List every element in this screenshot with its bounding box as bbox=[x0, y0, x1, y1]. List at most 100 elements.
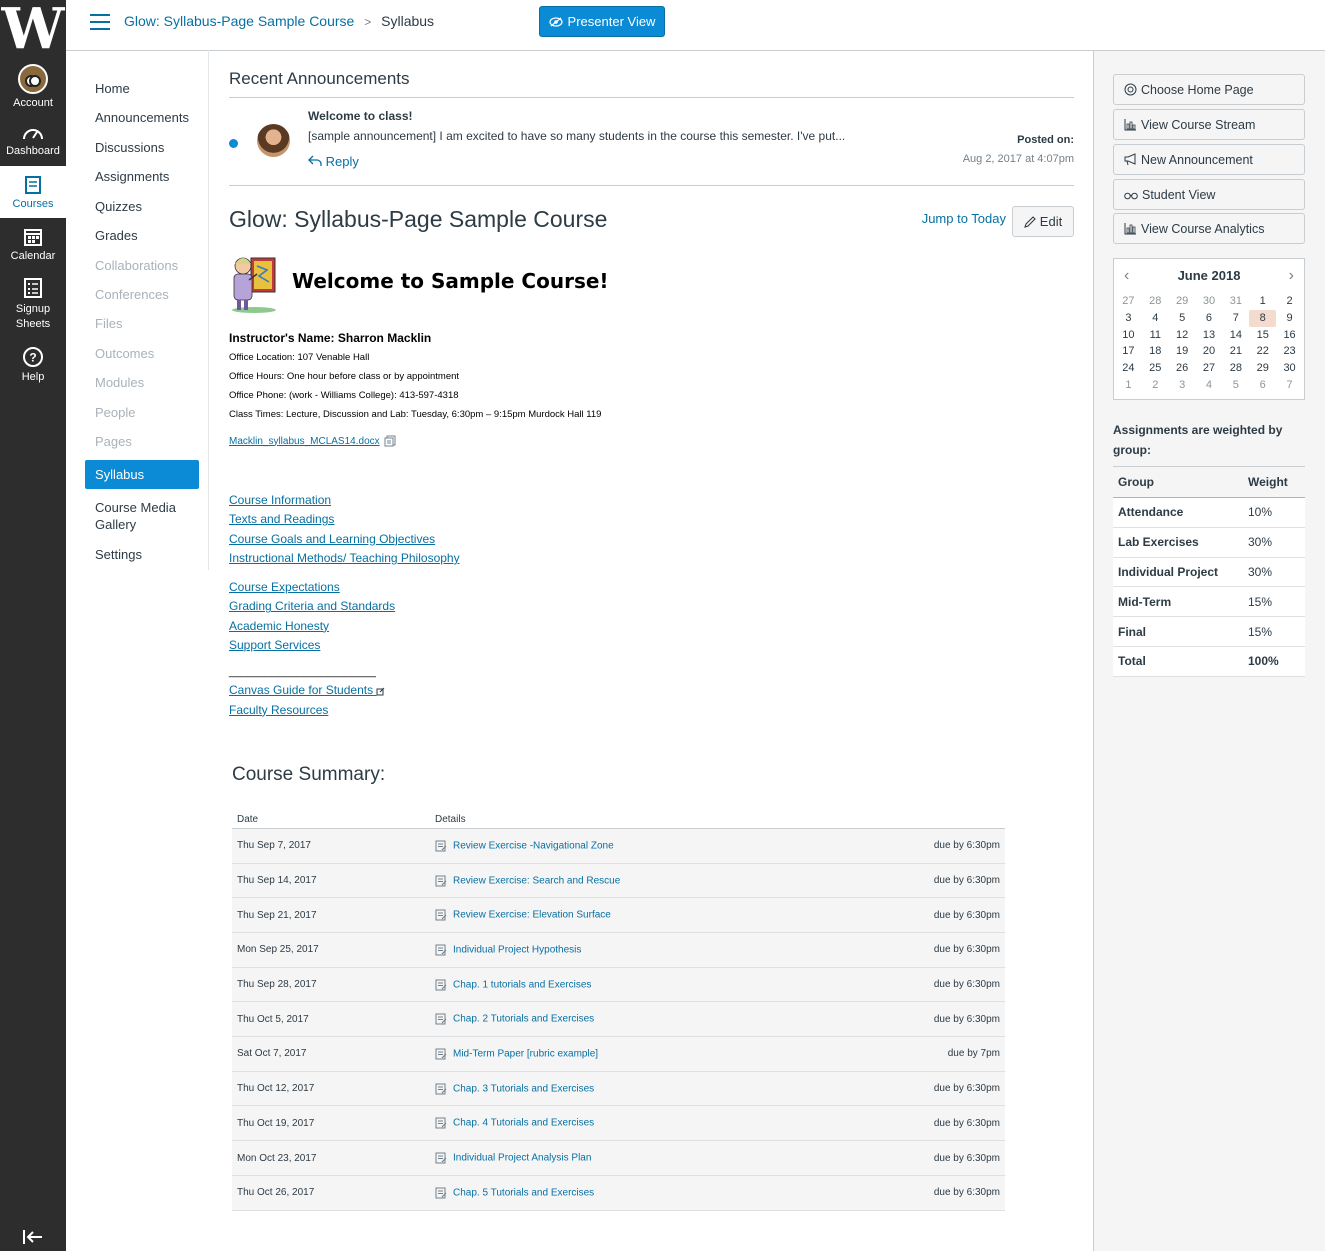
link-instructional-methods[interactable]: Instructional Methods/ Teaching Philosop… bbox=[229, 549, 1074, 568]
calendar-day[interactable]: 6 bbox=[1249, 377, 1276, 394]
link-course-information[interactable]: Course Information bbox=[229, 491, 1074, 510]
calendar-day[interactable]: 21 bbox=[1222, 343, 1249, 360]
breadcrumb-course-link[interactable]: Glow: Syllabus-Page Sample Course bbox=[124, 13, 354, 29]
new-announcement-button[interactable]: New Announcement bbox=[1113, 144, 1305, 175]
course-nav-media-gallery[interactable]: Course Media Gallery bbox=[85, 493, 209, 539]
calendar-day[interactable]: 11 bbox=[1142, 327, 1169, 344]
calendar-day[interactable]: 1 bbox=[1249, 293, 1276, 310]
link-texts-readings[interactable]: Texts and Readings bbox=[229, 510, 1074, 529]
view-course-analytics-button[interactable]: View Course Analytics bbox=[1113, 213, 1305, 244]
global-nav-account[interactable]: Account bbox=[0, 58, 66, 114]
link-academic-honesty[interactable]: Academic Honesty bbox=[229, 617, 1074, 636]
course-nav-settings[interactable]: Settings bbox=[85, 540, 209, 569]
calendar-day[interactable]: 13 bbox=[1196, 327, 1223, 344]
calendar-day[interactable]: 7 bbox=[1276, 377, 1303, 394]
course-nav-files[interactable]: Files bbox=[85, 309, 209, 338]
calendar-day[interactable]: 3 bbox=[1169, 377, 1196, 394]
calendar-day[interactable]: 15 bbox=[1249, 327, 1276, 344]
global-nav-help[interactable]: ? Help bbox=[0, 338, 66, 390]
course-nav-assignments[interactable]: Assignments bbox=[85, 162, 209, 191]
calendar-day[interactable]: 9 bbox=[1276, 310, 1303, 327]
calendar-day[interactable]: 14 bbox=[1222, 327, 1249, 344]
announcement-item[interactable]: Welcome to class! [sample announcement] … bbox=[229, 98, 1074, 186]
reply-button[interactable]: Reply bbox=[308, 154, 359, 169]
calendar-prev-icon[interactable]: ‹ bbox=[1124, 259, 1129, 293]
summary-assignment-link[interactable]: Individual Project Hypothesis bbox=[430, 932, 844, 968]
calendar-day[interactable]: 27 bbox=[1115, 293, 1142, 310]
link-canvas-guide[interactable]: Canvas Guide for Students bbox=[229, 681, 1074, 700]
course-nav-quizzes[interactable]: Quizzes bbox=[85, 192, 209, 221]
summary-assignment-link[interactable]: Review Exercise: Search and Rescue bbox=[430, 863, 844, 899]
summary-assignment-link[interactable]: Review Exercise: Elevation Surface bbox=[430, 897, 844, 934]
calendar-day[interactable]: 17 bbox=[1115, 343, 1142, 360]
course-nav-outcomes[interactable]: Outcomes bbox=[85, 339, 209, 368]
link-support-services[interactable]: Support Services bbox=[229, 636, 1074, 655]
calendar-day[interactable]: 12 bbox=[1169, 327, 1196, 344]
calendar-day[interactable]: 2 bbox=[1142, 377, 1169, 394]
calendar-day[interactable]: 2 bbox=[1276, 293, 1303, 310]
calendar-day[interactable]: 3 bbox=[1115, 310, 1142, 327]
file-preview-icon[interactable] bbox=[384, 435, 396, 447]
summary-assignment-link[interactable]: Chap. 3 Tutorials and Exercises bbox=[430, 1071, 844, 1107]
calendar-day[interactable]: 26 bbox=[1169, 360, 1196, 377]
global-nav-signup-sheets[interactable]: Signup Sheets bbox=[0, 270, 66, 338]
calendar-day[interactable]: 28 bbox=[1222, 360, 1249, 377]
course-nav-discussions[interactable]: Discussions bbox=[85, 133, 209, 162]
choose-home-page-button[interactable]: Choose Home Page bbox=[1113, 74, 1305, 105]
calendar-day[interactable]: 29 bbox=[1249, 360, 1276, 377]
global-nav-dashboard[interactable]: Dashboard bbox=[0, 114, 66, 166]
edit-button[interactable]: Edit bbox=[1012, 206, 1074, 237]
calendar-day[interactable]: 28 bbox=[1142, 293, 1169, 310]
summary-assignment-link[interactable]: Individual Project Analysis Plan bbox=[430, 1140, 844, 1176]
course-nav-people[interactable]: People bbox=[85, 398, 209, 427]
course-nav-announcements[interactable]: Announcements bbox=[85, 103, 209, 132]
summary-assignment-link[interactable]: Chap. 4 Tutorials and Exercises bbox=[430, 1105, 844, 1142]
calendar-day[interactable]: 29 bbox=[1169, 293, 1196, 310]
course-nav-home[interactable]: Home bbox=[85, 74, 209, 103]
summary-assignment-link[interactable]: Chap. 5 Tutorials and Exercises bbox=[430, 1175, 844, 1211]
calendar-day[interactable]: 22 bbox=[1249, 343, 1276, 360]
calendar-day[interactable]: 6 bbox=[1196, 310, 1223, 327]
calendar-day[interactable]: 31 bbox=[1222, 293, 1249, 310]
course-nav-collaborations[interactable]: Collaborations bbox=[85, 251, 209, 280]
calendar-day[interactable]: 19 bbox=[1169, 343, 1196, 360]
course-nav-conferences[interactable]: Conferences bbox=[85, 280, 209, 309]
link-grading-criteria[interactable]: Grading Criteria and Standards bbox=[229, 597, 1074, 616]
calendar-next-icon[interactable]: › bbox=[1289, 259, 1294, 293]
summary-assignment-link[interactable]: Chap. 2 Tutorials and Exercises bbox=[430, 1001, 844, 1038]
view-course-stream-button[interactable]: View Course Stream bbox=[1113, 109, 1305, 140]
summary-assignment-link[interactable]: Review Exercise -Navigational Zone bbox=[430, 828, 844, 864]
course-nav-pages[interactable]: Pages bbox=[85, 427, 209, 456]
calendar-day[interactable]: 27 bbox=[1196, 360, 1223, 377]
presenter-view-button[interactable]: Presenter View bbox=[539, 6, 665, 37]
school-logo[interactable]: W bbox=[0, 0, 66, 62]
student-view-button[interactable]: Student View bbox=[1113, 179, 1305, 210]
calendar-day[interactable]: 20 bbox=[1196, 343, 1223, 360]
calendar-day[interactable]: 5 bbox=[1169, 310, 1196, 327]
calendar-day[interactable]: 30 bbox=[1276, 360, 1303, 377]
summary-assignment-link[interactable]: Mid-Term Paper [rubric example] bbox=[430, 1036, 844, 1072]
calendar-day[interactable]: 16 bbox=[1276, 327, 1303, 344]
calendar-day[interactable]: 24 bbox=[1115, 360, 1142, 377]
global-nav-calendar[interactable]: Calendar bbox=[0, 218, 66, 270]
calendar-day[interactable]: 7 bbox=[1222, 310, 1249, 327]
calendar-day[interactable]: 10 bbox=[1115, 327, 1142, 344]
calendar-day[interactable]: 23 bbox=[1276, 343, 1303, 360]
calendar-day[interactable]: 30 bbox=[1196, 293, 1223, 310]
calendar-day[interactable]: 1 bbox=[1115, 377, 1142, 394]
summary-assignment-link[interactable]: Chap. 1 tutorials and Exercises bbox=[430, 967, 844, 1003]
hamburger-menu-icon[interactable] bbox=[90, 14, 110, 35]
calendar-day[interactable]: 4 bbox=[1196, 377, 1223, 394]
author-avatar[interactable] bbox=[257, 124, 290, 157]
calendar-day[interactable]: 18 bbox=[1142, 343, 1169, 360]
calendar-day[interactable]: 4 bbox=[1142, 310, 1169, 327]
course-nav-syllabus[interactable]: Syllabus bbox=[85, 460, 199, 489]
link-faculty-resources[interactable]: Faculty Resources bbox=[229, 701, 1074, 720]
collapse-nav-icon[interactable] bbox=[22, 1229, 44, 1245]
announcement-title[interactable]: Welcome to class! bbox=[308, 109, 412, 123]
calendar-day[interactable]: 25 bbox=[1142, 360, 1169, 377]
calendar-day[interactable]: 8 bbox=[1249, 309, 1277, 327]
syllabus-file-link[interactable]: Macklin_syllabus_MCLAS14.docx bbox=[229, 435, 1074, 447]
course-nav-modules[interactable]: Modules bbox=[85, 368, 209, 397]
link-course-goals[interactable]: Course Goals and Learning Objectives bbox=[229, 530, 1074, 549]
